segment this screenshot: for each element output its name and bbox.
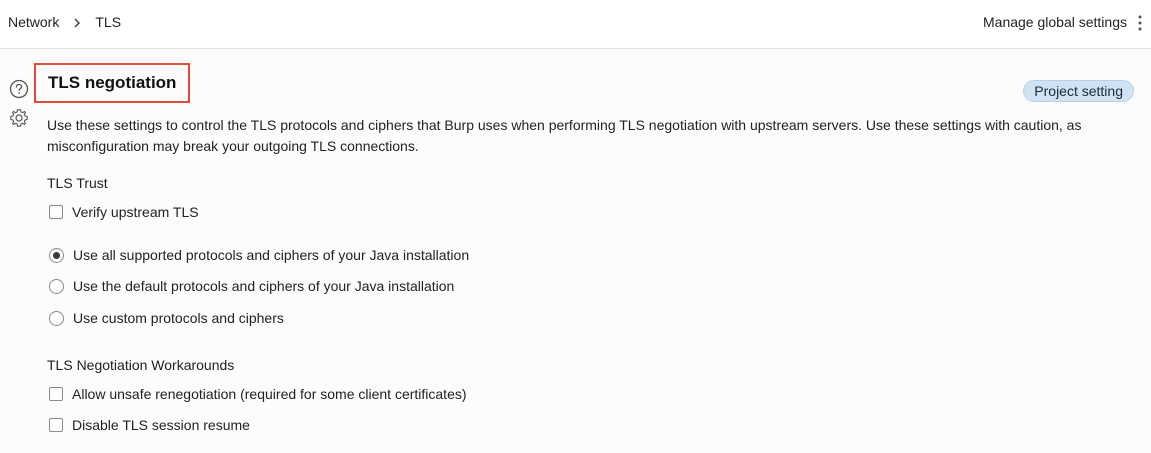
protocol-default-radio[interactable]: [49, 278, 64, 294]
unsafe-renegotiation-option[interactable]: Allow unsafe renegotiation (required for…: [49, 384, 467, 404]
protocol-all-label[interactable]: Use all supported protocols and ciphers …: [73, 247, 469, 263]
manage-global-settings-link[interactable]: Manage global settings: [983, 14, 1127, 30]
disable-session-resume-label[interactable]: Disable TLS session resume: [72, 417, 250, 433]
gear-icon[interactable]: [9, 108, 29, 128]
protocol-all-radio[interactable]: [49, 247, 64, 263]
disable-session-resume-checkbox[interactable]: [49, 418, 63, 432]
verify-upstream-label[interactable]: Verify upstream TLS: [72, 204, 199, 220]
breadcrumb-network[interactable]: Network: [8, 14, 59, 30]
tls-trust-heading: TLS Trust: [47, 175, 108, 191]
section-title-highlight: TLS negotiation: [34, 63, 191, 103]
tls-workarounds-heading: TLS Negotiation Workarounds: [47, 357, 235, 373]
section-description: Use these settings to control the TLS pr…: [47, 117, 1082, 154]
breadcrumb-tls[interactable]: TLS: [95, 14, 121, 30]
protocol-option-custom[interactable]: Use custom protocols and ciphers: [49, 308, 284, 328]
verify-upstream-option[interactable]: Verify upstream TLS: [49, 202, 199, 222]
protocol-custom-label[interactable]: Use custom protocols and ciphers: [73, 310, 284, 326]
section-title: TLS negotiation: [48, 73, 177, 92]
breadcrumb: Network TLS: [8, 14, 121, 30]
disable-session-resume-option[interactable]: Disable TLS session resume: [49, 415, 250, 435]
top-bar: Network TLS Manage global settings: [0, 0, 1151, 49]
chevron-right-icon: [73, 18, 81, 28]
kebab-menu-icon[interactable]: [1135, 14, 1145, 32]
protocol-custom-radio[interactable]: [49, 310, 64, 326]
verify-upstream-checkbox[interactable]: [49, 205, 63, 219]
section-icons: [9, 79, 31, 128]
unsafe-renegotiation-checkbox[interactable]: [49, 387, 63, 401]
unsafe-renegotiation-label[interactable]: Allow unsafe renegotiation (required for…: [72, 386, 467, 402]
project-setting-badge: Project setting: [1023, 80, 1134, 102]
help-circle-icon[interactable]: [9, 79, 29, 99]
protocol-default-label[interactable]: Use the default protocols and ciphers of…: [73, 278, 454, 294]
protocol-option-default[interactable]: Use the default protocols and ciphers of…: [49, 276, 454, 296]
settings-panel: TLS negotiation Project setting Use thes…: [0, 49, 1151, 453]
protocol-option-all[interactable]: Use all supported protocols and ciphers …: [49, 245, 469, 265]
